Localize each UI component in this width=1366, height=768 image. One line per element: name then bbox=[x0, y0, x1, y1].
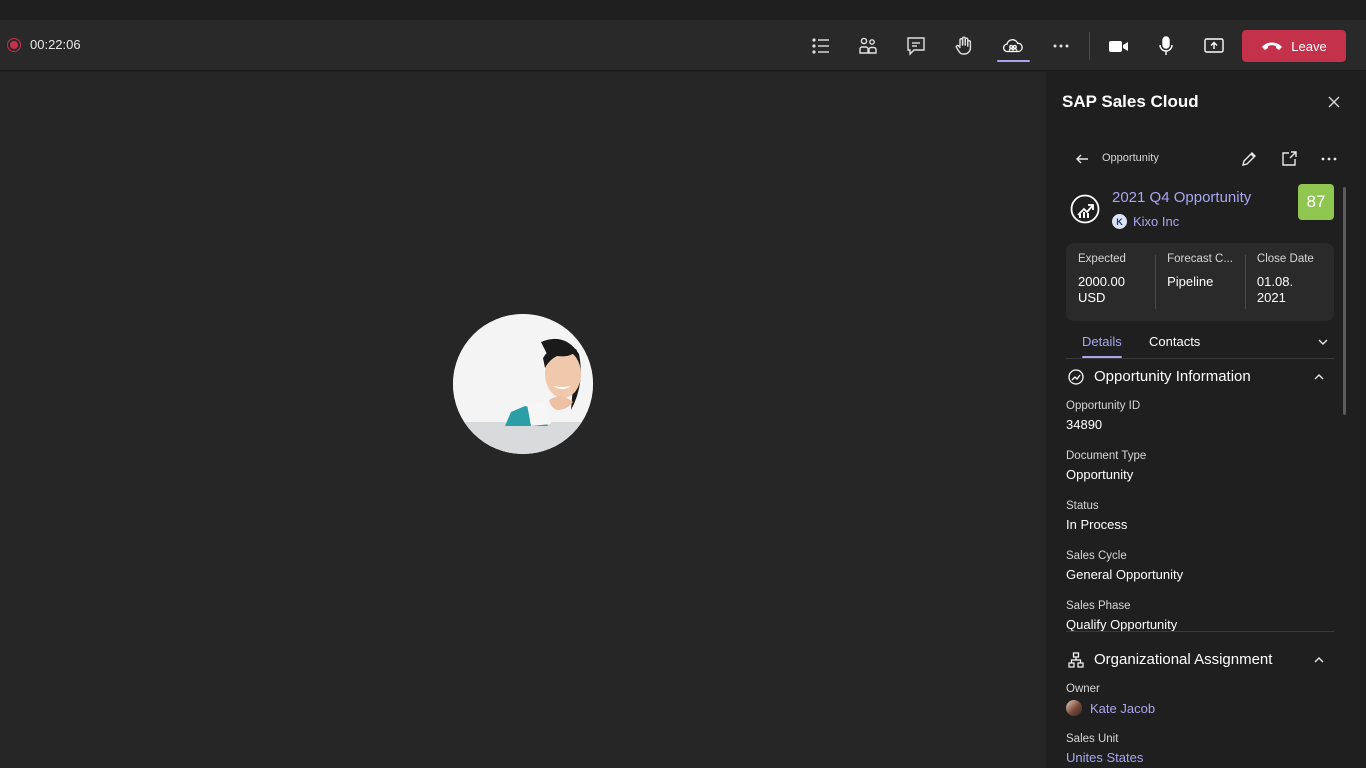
section-divider bbox=[1066, 631, 1334, 632]
camera-icon[interactable] bbox=[1105, 33, 1131, 59]
field-value: 34890 bbox=[1066, 417, 1103, 432]
field-label: Sales Unit bbox=[1066, 733, 1119, 745]
kpi-expected: Expected 2000.00 USD bbox=[1066, 243, 1155, 321]
kpi-value: 01.08. 2021 bbox=[1256, 274, 1294, 305]
tab-details[interactable]: Details bbox=[1082, 334, 1122, 358]
field-label: Sales Phase bbox=[1066, 600, 1131, 612]
field-label: Sales Cycle bbox=[1066, 550, 1127, 562]
video-stage bbox=[0, 72, 1046, 768]
field-label: Document Type bbox=[1066, 450, 1147, 462]
field-label: Opportunity ID bbox=[1066, 400, 1141, 412]
mic-icon[interactable] bbox=[1153, 33, 1179, 59]
company-logo-icon: K bbox=[1112, 214, 1127, 229]
sales-unit-link[interactable]: Unites States bbox=[1066, 750, 1334, 765]
opportunity-nav-row: Opportunity bbox=[1066, 142, 1338, 176]
kpi-value: Pipeline bbox=[1167, 274, 1214, 289]
tab-contacts[interactable]: Contacts bbox=[1149, 334, 1200, 349]
owner-name: Kate Jacob bbox=[1090, 700, 1156, 716]
edit-icon[interactable] bbox=[1240, 150, 1258, 168]
owner-avatar bbox=[1066, 700, 1082, 716]
breadcrumb-label: Opportunity bbox=[1102, 152, 1159, 164]
field-owner: Owner Kate Jacob bbox=[1066, 683, 1334, 716]
chevron-up-icon[interactable] bbox=[1312, 370, 1326, 384]
kpi-forecast: Forecast C... Pipeline bbox=[1155, 243, 1245, 321]
kpi-label: Forecast C... bbox=[1167, 253, 1233, 265]
field-label: Status bbox=[1066, 500, 1099, 512]
section-title: Organizational Assignment bbox=[1094, 651, 1273, 668]
phone-hangup-icon bbox=[1262, 42, 1283, 50]
meeting-toolbar: 00:22:06 Leave bbox=[0, 20, 1366, 71]
close-icon[interactable] bbox=[1325, 93, 1343, 111]
share-screen-icon[interactable] bbox=[1201, 33, 1227, 59]
field-status: Status In Process bbox=[1066, 500, 1334, 532]
chat-icon[interactable] bbox=[903, 33, 929, 59]
company-link[interactable]: K Kixo Inc bbox=[1112, 214, 1179, 229]
opportunity-icon bbox=[1070, 194, 1100, 224]
kpi-value: 2000.00 USD bbox=[1078, 274, 1125, 305]
call-timer: 00:22:06 bbox=[30, 37, 81, 52]
field-opportunity-id: Opportunity ID 34890 bbox=[1066, 400, 1334, 432]
more-icon[interactable] bbox=[1048, 33, 1074, 59]
more-options-icon[interactable] bbox=[1320, 150, 1338, 168]
raise-hand-icon[interactable] bbox=[951, 33, 977, 59]
opportunity-card: Opportunity 2021 Q4 Opportunity K Kixo I… bbox=[1066, 142, 1338, 765]
field-value: In Process bbox=[1066, 517, 1128, 532]
active-app-indicator bbox=[997, 60, 1030, 62]
field-value: General Opportunity bbox=[1066, 567, 1184, 582]
opportunity-section-icon bbox=[1068, 369, 1084, 385]
recording-icon bbox=[7, 38, 21, 52]
chevron-up-icon[interactable] bbox=[1312, 653, 1326, 667]
back-arrow-icon[interactable] bbox=[1074, 151, 1090, 167]
field-sales-unit: Sales Unit Unites States bbox=[1066, 733, 1334, 765]
panel-title: SAP Sales Cloud bbox=[1062, 92, 1199, 111]
field-document-type: Document Type Opportunity bbox=[1066, 450, 1334, 482]
field-sales-phase: Sales Phase Qualify Opportunity bbox=[1066, 600, 1334, 632]
org-chart-icon bbox=[1068, 652, 1084, 668]
field-value: Qualify Opportunity bbox=[1066, 617, 1178, 632]
company-name: Kixo Inc bbox=[1133, 214, 1180, 229]
score-badge: 87 bbox=[1298, 184, 1334, 220]
field-sales-cycle: Sales Cycle General Opportunity bbox=[1066, 550, 1334, 582]
section-organizational-assignment[interactable]: Organizational Assignment bbox=[1066, 645, 1334, 675]
kpi-label: Expected bbox=[1078, 253, 1126, 265]
toolbar-divider bbox=[1089, 32, 1090, 60]
chevron-down-icon[interactable] bbox=[1316, 335, 1330, 349]
window-top-strip bbox=[0, 0, 1366, 20]
sap-sales-cloud-panel: SAP Sales Cloud Opportunity 2021 Q4 Oppo… bbox=[1046, 72, 1366, 768]
open-external-icon[interactable] bbox=[1280, 150, 1298, 168]
leave-button[interactable]: Leave bbox=[1242, 30, 1346, 62]
field-value: Opportunity bbox=[1066, 467, 1134, 482]
leave-label: Leave bbox=[1291, 38, 1327, 54]
opportunity-title[interactable]: 2021 Q4 Opportunity bbox=[1112, 189, 1251, 206]
apps-cloud-icon[interactable] bbox=[1000, 33, 1026, 59]
detail-tabs: Details Contacts bbox=[1066, 327, 1334, 359]
kpi-strip: Expected 2000.00 USD Forecast C... Pipel… bbox=[1066, 243, 1334, 321]
participant-avatar[interactable] bbox=[453, 314, 593, 454]
people-icon[interactable] bbox=[855, 33, 881, 59]
field-label: Owner bbox=[1066, 683, 1100, 695]
section-opportunity-information[interactable]: Opportunity Information bbox=[1066, 362, 1334, 392]
list-icon[interactable] bbox=[808, 33, 834, 59]
panel-scrollbar[interactable] bbox=[1343, 187, 1346, 415]
section-title: Opportunity Information bbox=[1094, 368, 1251, 385]
kpi-label: Close Date bbox=[1256, 253, 1314, 265]
kpi-close-date: Close Date 01.08. 2021 bbox=[1244, 243, 1334, 321]
owner-link[interactable]: Kate Jacob bbox=[1066, 700, 1334, 716]
